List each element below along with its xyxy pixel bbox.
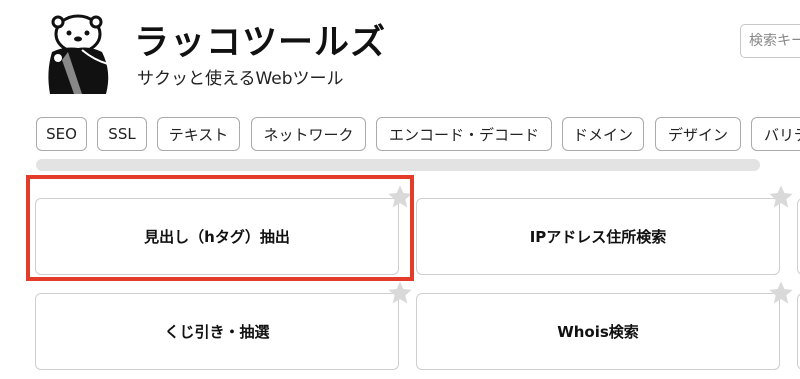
category-scrollbar[interactable] [36,159,760,171]
tool-card-lottery[interactable]: くじ引き・抽選 [35,293,399,370]
favorite-star-icon[interactable] [386,279,414,307]
favorite-star-icon[interactable] [767,279,795,307]
favorite-star-icon[interactable] [767,183,795,211]
category-validator[interactable]: バリデ [751,117,800,151]
tool-card-heading-extract[interactable]: 見出し（hタグ）抽出 [35,198,399,275]
site-tagline: サクッと使えるWebツール [137,69,344,89]
category-network[interactable]: ネットワーク [251,117,366,151]
search-input[interactable] [740,24,800,58]
category-design[interactable]: デザイン [655,117,741,151]
rakko-logo[interactable] [38,12,118,94]
tool-card-ip-address[interactable]: IPアドレス住所検索 [416,198,780,275]
tool-card-label: 見出し（hタグ）抽出 [144,228,290,246]
tool-card-label: くじ引き・抽選 [164,323,270,341]
favorite-star-icon[interactable] [386,183,414,211]
category-seo[interactable]: SEO [36,117,87,151]
tool-card-whois[interactable]: Whois検索 [416,293,780,370]
tool-card-label: IPアドレス住所検索 [529,228,667,246]
category-ssl[interactable]: SSL [97,117,147,151]
site-title[interactable]: ラッコツールズ [134,14,386,65]
tool-card-label: Whois検索 [557,323,639,341]
category-encode-decode[interactable]: エンコード・デコード [376,117,552,151]
category-domain[interactable]: ドメイン [562,117,644,151]
category-text[interactable]: テキスト [157,117,240,151]
